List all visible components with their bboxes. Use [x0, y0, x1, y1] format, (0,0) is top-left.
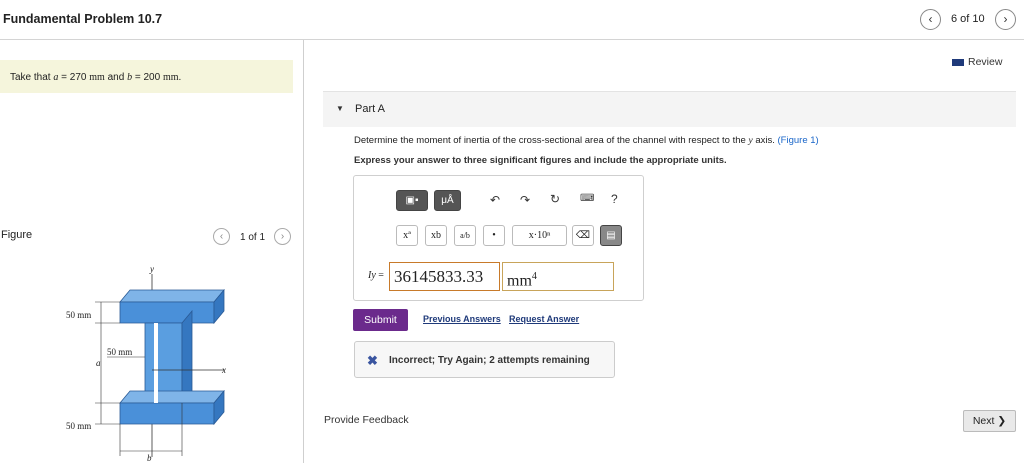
question-suffix: axis. [755, 135, 775, 146]
templates-icon: ▣▪ [405, 195, 419, 206]
superscript-button[interactable]: xª [396, 225, 418, 246]
bottom-flange-dim: 50 mm [66, 421, 91, 431]
feedback-message: Incorrect; Try Again; 2 attempts remaini… [389, 355, 590, 366]
book-icon [952, 58, 964, 66]
top-flange-top [119, 289, 225, 303]
answer-unit-exponent: 4 [531, 271, 537, 282]
chevron-right-icon: › [280, 231, 285, 242]
given-and: and [107, 72, 125, 83]
channel-figure: y x 50 mm a 50 mm 50 mm b [66, 264, 226, 463]
keyboard-icon[interactable]: ⌨ [580, 193, 594, 204]
question-axis: y [748, 136, 753, 146]
chevron-left-icon: ‹ [219, 231, 224, 242]
chevron-right-icon: ❯ [997, 415, 1007, 427]
top-bar: Fundamental Problem 10.7 ‹ 6 of 10 › [0, 0, 1024, 40]
subscript-button[interactable]: xb [425, 225, 447, 246]
dot-button[interactable]: • [483, 225, 505, 246]
prev-problem-button[interactable]: ‹ [920, 9, 941, 30]
provide-feedback-link[interactable]: Provide Feedback [324, 414, 409, 426]
instructions: Express your answer to three significant… [354, 155, 727, 166]
value-b: = 200 [134, 72, 161, 83]
units-button[interactable]: μÅ [434, 190, 461, 211]
answer-unit: mm [507, 272, 532, 290]
fraction-button[interactable]: a/b [454, 225, 476, 246]
chevron-left-icon: ‹ [928, 12, 933, 26]
sci-notation-button[interactable]: x·10ⁿ [512, 225, 567, 246]
given-prefix: Take that [10, 72, 51, 83]
review-label: Review [968, 56, 1003, 68]
unit-b: mm [162, 72, 179, 83]
given-box: Take that a = 270 mm and b = 200 mm. [0, 60, 293, 93]
dim-a-label: a [96, 358, 101, 368]
bottom-flange-top [119, 390, 225, 404]
y-axis-label: y [149, 264, 154, 274]
figure-label: Figure [1, 229, 33, 241]
bottom-flange-front [119, 402, 215, 425]
problem-position: 6 of 10 [951, 13, 985, 25]
web-side [181, 309, 193, 405]
keypad-icon: ▤ [606, 230, 616, 241]
request-answer-link[interactable]: Request Answer [509, 314, 579, 324]
top-flange-front [119, 301, 215, 324]
answer-unit-input[interactable]: mm4 [502, 262, 614, 291]
next-figure-button[interactable]: › [274, 228, 291, 245]
pane-divider [303, 40, 304, 463]
submit-button[interactable]: Submit [353, 309, 408, 331]
keypad-button[interactable]: ▤ [600, 225, 622, 246]
previous-answers-link[interactable]: Previous Answers [423, 314, 501, 324]
prev-figure-button[interactable]: ‹ [213, 228, 230, 245]
help-button[interactable]: ? [611, 192, 618, 206]
answer-label: Iy = [368, 270, 384, 281]
unit-a: mm [89, 72, 105, 83]
question-text: Determine the moment of inertia of the c… [354, 135, 819, 146]
problem-title: Fundamental Problem 10.7 [3, 12, 163, 26]
dim-b-label: b [147, 453, 152, 463]
x-axis-label: x [221, 365, 226, 375]
undo-icon[interactable]: ↶ [490, 193, 500, 207]
value-a: = 270 [61, 72, 87, 83]
given-end: . [178, 72, 182, 83]
reset-icon[interactable]: ↻ [550, 192, 560, 206]
answer-equals: = [378, 270, 384, 281]
part-a-header[interactable]: ▼ Part A [323, 91, 1016, 127]
next-label: Next [972, 415, 995, 427]
figure-count: 1 of 1 [240, 232, 266, 243]
var-b: b [127, 72, 133, 83]
web-dim: 50 mm [107, 347, 132, 357]
var-a: a [53, 72, 59, 83]
templates-button[interactable]: ▣▪ [396, 190, 428, 211]
figure-link[interactable]: (Figure 1) [778, 135, 819, 146]
question-body: Determine the moment of inertia of the c… [354, 135, 746, 146]
redo-icon[interactable]: ↷ [520, 193, 530, 207]
next-problem-button[interactable]: › [995, 9, 1016, 30]
answer-value-input[interactable]: 36145833.33 [389, 262, 500, 291]
top-flange-dim: 50 mm [66, 310, 91, 320]
collapse-caret-icon[interactable]: ▼ [336, 104, 344, 113]
delete-button[interactable]: ⌫ [572, 225, 594, 246]
part-title: Part A [355, 103, 385, 115]
next-button[interactable]: Next ❯ [963, 410, 1016, 432]
feedback-box: ✖ Incorrect; Try Again; 2 attempts remai… [354, 341, 615, 378]
answer-variable: Iy [368, 270, 376, 281]
x-icon: ✖ [367, 353, 378, 368]
review-link[interactable]: Review [952, 56, 1002, 68]
chevron-right-icon: › [1003, 12, 1008, 26]
